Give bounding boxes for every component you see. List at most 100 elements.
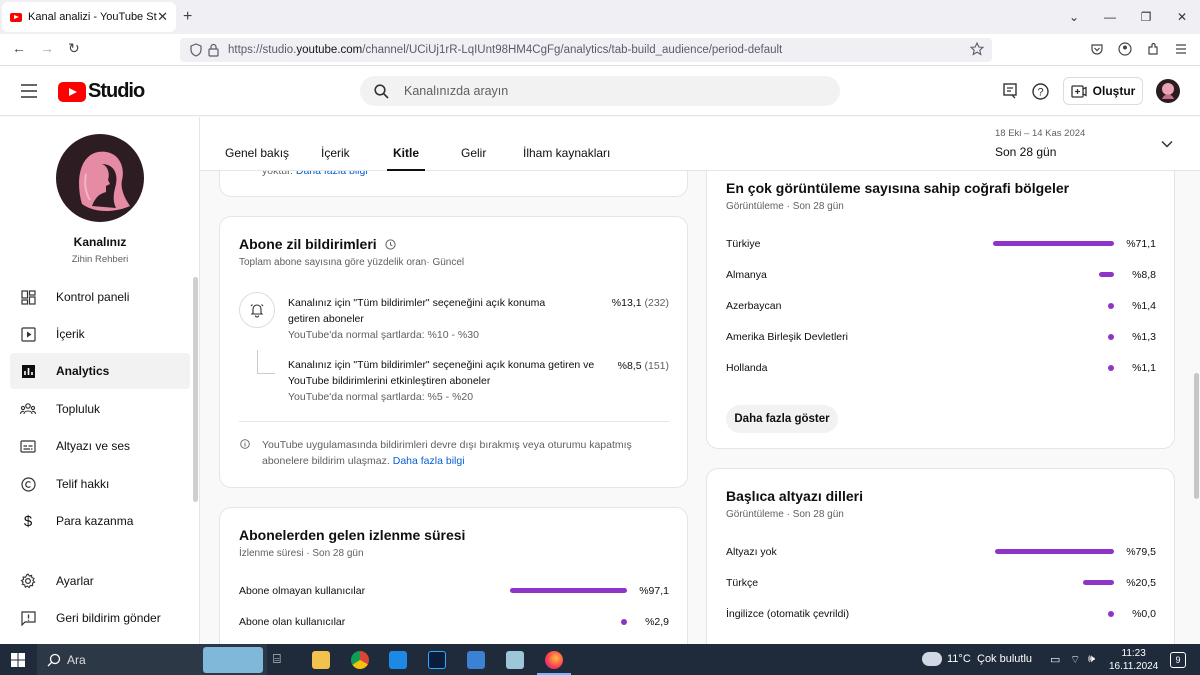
sidebar-item-analytics[interactable]: Analytics bbox=[10, 353, 190, 389]
search-icon bbox=[374, 84, 389, 99]
photoshop-icon[interactable] bbox=[428, 651, 446, 669]
progress-bar bbox=[1083, 580, 1114, 585]
account-icon[interactable] bbox=[1118, 42, 1132, 56]
lock-icon[interactable] bbox=[208, 43, 219, 57]
notification-icon[interactable]: 9 bbox=[1170, 652, 1186, 668]
minimize-icon[interactable]: — bbox=[1092, 10, 1128, 24]
tab-revenue[interactable]: Gelir bbox=[461, 146, 486, 160]
close-window-icon[interactable]: ✕ bbox=[1164, 10, 1200, 24]
new-tab-icon[interactable]: + bbox=[183, 8, 192, 26]
shield-icon[interactable] bbox=[190, 43, 202, 57]
bell-card-subtitle: Toplam abone sayısına göre yüzdelik oran… bbox=[239, 257, 465, 268]
caption-feedback-icon[interactable] bbox=[1003, 83, 1018, 99]
period-dates: 18 Eki – 14 Kas 2024 bbox=[995, 128, 1086, 139]
progress-dot bbox=[1108, 334, 1114, 340]
hamburger-menu-icon[interactable] bbox=[21, 84, 37, 98]
studio-logo[interactable]: Studio bbox=[58, 80, 145, 103]
task-view-icon[interactable]: ⌸ bbox=[273, 651, 291, 669]
tab-audience[interactable]: Kitle bbox=[386, 146, 426, 171]
account-avatar[interactable] bbox=[1156, 79, 1180, 103]
video-plus-icon bbox=[1071, 84, 1087, 98]
sidebar-item-label: İçerik bbox=[56, 327, 85, 341]
address-bar[interactable]: https://studio.youtube.com/channel/UCiUj… bbox=[180, 38, 992, 62]
learn-more-link[interactable]: Daha fazla bilgi bbox=[393, 455, 465, 467]
gear-icon bbox=[20, 573, 36, 589]
firefox-icon[interactable] bbox=[545, 651, 563, 669]
main-scrollbar[interactable] bbox=[1194, 373, 1199, 499]
lang-card-title: Başlıca altyazı dilleri bbox=[726, 488, 863, 504]
bell-card-title: Abone zil bildirimleri bbox=[239, 236, 396, 252]
search-highlight-image bbox=[203, 647, 263, 673]
sidebar-item-settings[interactable]: Ayarlar bbox=[10, 563, 190, 599]
chrome-icon[interactable] bbox=[351, 651, 369, 669]
sidebar-item-label: Topluluk bbox=[56, 402, 101, 416]
sidebar-item-label: Ayarlar bbox=[56, 574, 94, 588]
info-icon bbox=[240, 439, 250, 449]
sidebar-item-feedback[interactable]: Geri bildirim gönder bbox=[10, 600, 190, 636]
wifi-icon[interactable]: ⌔ bbox=[1070, 653, 1080, 667]
sidebar-scrollbar[interactable] bbox=[193, 277, 198, 502]
sidebar-item-content[interactable]: İçerik bbox=[10, 316, 190, 352]
caption-languages-card: Başlıca altyazı dilleri Görüntüleme · So… bbox=[706, 468, 1175, 644]
community-icon bbox=[20, 403, 36, 415]
list-item: Türkçe %20,5 bbox=[726, 577, 1156, 589]
reload-icon[interactable]: ↻ bbox=[68, 40, 80, 57]
url-text: https://studio.youtube.com/channel/UCiUj… bbox=[228, 44, 783, 56]
period-selector[interactable]: 18 Eki – 14 Kas 2024 Son 28 gün bbox=[995, 128, 1173, 159]
taskbar-search-placeholder: Ara bbox=[67, 652, 86, 667]
back-icon[interactable]: ← bbox=[12, 40, 26, 56]
sidebar-item-subtitles[interactable]: Altyazı ve ses bbox=[10, 428, 190, 464]
help-icon[interactable]: ? bbox=[1032, 83, 1049, 100]
geo-card-title: En çok görüntüleme sayısına sahip coğraf… bbox=[726, 180, 1070, 196]
channel-subtitle: Zihin Rehberi bbox=[71, 254, 129, 265]
show-more-button[interactable]: Daha fazla göster bbox=[726, 405, 838, 433]
sidebar-item-copyright[interactable]: Telif hakkı bbox=[10, 466, 190, 502]
restore-icon[interactable]: ❐ bbox=[1128, 10, 1164, 24]
paint-icon[interactable] bbox=[467, 651, 485, 669]
watch-card-subtitle: İzlenme süresi · Son 28 gün bbox=[239, 548, 364, 559]
bookmark-star-icon[interactable] bbox=[970, 42, 984, 56]
close-tab-icon[interactable]: ✕ bbox=[157, 9, 168, 25]
weather-temp[interactable]: 11°C bbox=[947, 653, 971, 665]
browser-toolbar: ← → ↻ https://studio.youtube.com/channel… bbox=[0, 34, 1200, 66]
sidebar-item-monetization[interactable]: $ Para kazanma bbox=[10, 503, 190, 539]
create-button[interactable]: Oluştur bbox=[1063, 77, 1143, 105]
dashboard-icon bbox=[20, 289, 36, 305]
search-placeholder: Kanalınızda arayın bbox=[404, 84, 509, 98]
app-icon[interactable] bbox=[506, 651, 524, 669]
tab-list-chevron-icon[interactable]: ⌄ bbox=[1056, 10, 1092, 24]
weather-desc[interactable]: Çok bulutlu bbox=[977, 653, 1032, 665]
volume-icon[interactable]: 🕪 bbox=[1088, 653, 1095, 666]
bell-notifications-card: Abone zil bildirimleri Toplam abone sayı… bbox=[219, 216, 688, 488]
file-explorer-icon[interactable] bbox=[312, 651, 330, 669]
pocket-icon[interactable] bbox=[1090, 42, 1104, 56]
geo-card-subtitle: Görüntüleme · Son 28 gün bbox=[726, 201, 844, 212]
lang-card-subtitle: Görüntüleme · Son 28 gün bbox=[726, 509, 844, 520]
channel-name: Kanalınız bbox=[73, 235, 127, 249]
extensions-icon[interactable] bbox=[1146, 42, 1160, 56]
progress-bar bbox=[995, 549, 1114, 554]
sidebar-item-dashboard[interactable]: Kontrol paneli bbox=[10, 279, 190, 315]
tab-inspiration[interactable]: İlham kaynakları bbox=[523, 146, 610, 160]
sidebar-item-label: Kontrol paneli bbox=[56, 290, 130, 304]
windows-start-icon[interactable] bbox=[11, 653, 25, 667]
subtitles-icon bbox=[20, 439, 36, 453]
tab-content[interactable]: İçerik bbox=[321, 146, 350, 160]
channel-search-input[interactable]: Kanalınızda arayın bbox=[360, 76, 840, 106]
browser-tab[interactable]: Kanal analizi - YouTube Studio ✕ bbox=[2, 2, 176, 32]
channel-avatar[interactable] bbox=[56, 134, 144, 222]
taskbar-search[interactable]: Ara bbox=[37, 644, 267, 675]
clock[interactable]: 11:23 16.11.2024 bbox=[1109, 647, 1158, 673]
content-icon bbox=[20, 326, 36, 342]
tab-overview[interactable]: Genel bakış bbox=[225, 146, 289, 160]
weather-cloud-icon[interactable] bbox=[922, 652, 942, 666]
divider bbox=[239, 421, 669, 422]
sidebar-item-community[interactable]: Topluluk bbox=[10, 391, 190, 427]
list-item: Türkiye %71,1 bbox=[726, 238, 1156, 250]
menu-icon[interactable] bbox=[1174, 42, 1188, 56]
period-label: Son 28 gün bbox=[995, 145, 1057, 159]
battery-icon[interactable]: ▭ bbox=[1050, 653, 1060, 666]
bell-row1-normal: YouTube'da normal şartlarda: %10 - %30 bbox=[288, 329, 479, 341]
forward-icon[interactable]: → bbox=[40, 40, 54, 56]
wondershare-icon[interactable] bbox=[389, 651, 407, 669]
